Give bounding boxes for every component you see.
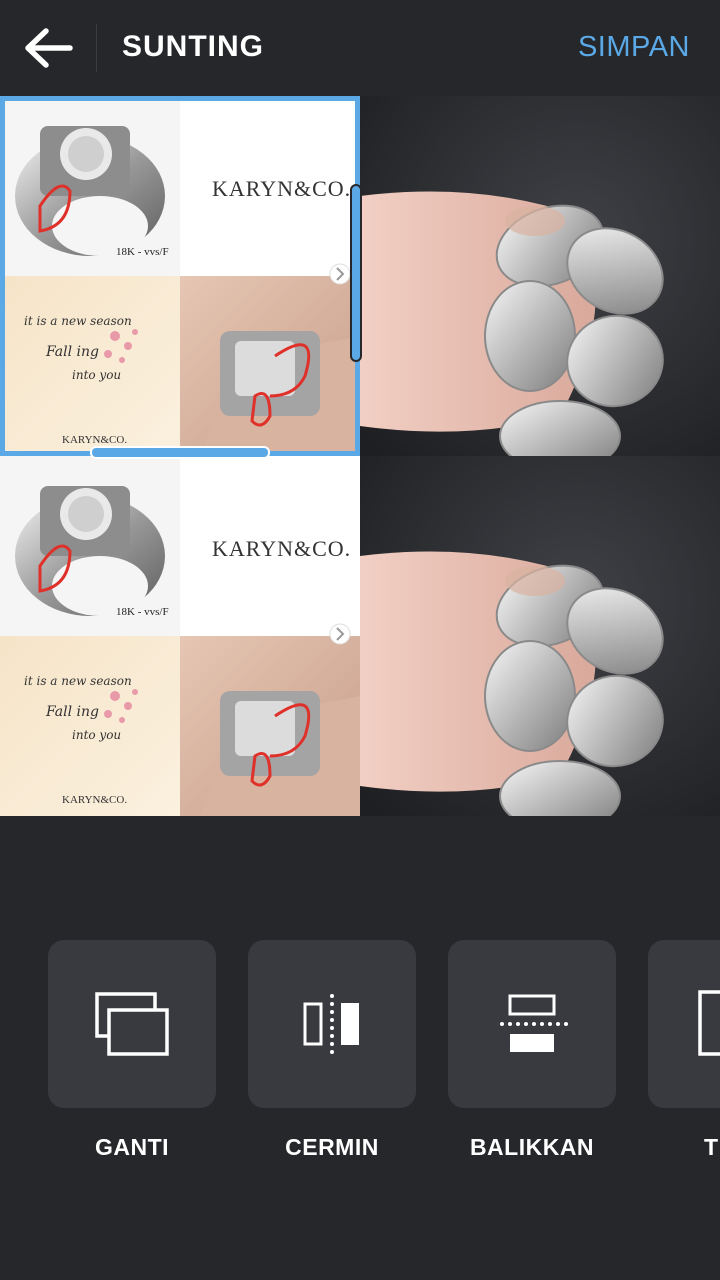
collage-cell-2[interactable]	[360, 96, 720, 456]
poster-script-line1: it is a new season	[24, 314, 132, 328]
resize-handle-vertical[interactable]	[350, 184, 362, 362]
collage-cell-3[interactable]: KARYN&CO. 18K - vvs/F it is a new season…	[0, 456, 360, 816]
poster-script-line2: Fall ing	[46, 704, 99, 720]
replace-button[interactable]	[48, 940, 216, 1108]
jewelry-poster-image	[0, 96, 360, 456]
back-button[interactable]	[22, 26, 74, 70]
jewelry-poster-image	[0, 456, 360, 816]
rotate-icon	[698, 990, 720, 1056]
collage-cell-4[interactable]	[360, 456, 720, 816]
poster-footer-brand: KARYN&CO.	[62, 794, 128, 806]
page-title: SUNTING	[122, 30, 264, 63]
poster-grade: 18K - vvs/F	[116, 606, 169, 618]
poster-script-line1: it is a new season	[24, 674, 132, 688]
edit-toolbar: GANTI CERMIN BALIKKAN T	[0, 940, 720, 1180]
poster-script-line2: Fall ing	[46, 344, 99, 360]
collage-cell-1[interactable]: KARYN&CO. 18K - vvs/F it is a new season…	[0, 96, 360, 456]
mirror-label: CERMIN	[285, 1134, 379, 1160]
mirror-button[interactable]	[248, 940, 416, 1108]
poster-footer-brand: KARYN&CO.	[62, 434, 128, 446]
arrow-left-icon	[25, 28, 73, 68]
flip-button[interactable]	[448, 940, 616, 1108]
resize-handle-horizontal[interactable]	[90, 446, 270, 459]
replace-icon	[95, 992, 169, 1056]
flip-label: BALIKKAN	[469, 1134, 595, 1160]
chain-ring-photo	[360, 96, 720, 456]
poster-script-line3: into you	[72, 728, 122, 742]
rotate-button[interactable]	[648, 940, 720, 1108]
replace-label: GANTI	[94, 1134, 170, 1160]
header-divider	[96, 24, 97, 72]
poster-grade: 18K - vvs/F	[116, 246, 169, 258]
flip-vertical-icon	[500, 994, 568, 1052]
mirror-icon	[303, 994, 359, 1054]
poster-script-line3: into you	[72, 368, 122, 382]
top-bar: SUNTING SIMPAN	[0, 0, 720, 96]
collage-canvas: KARYN&CO. 18K - vvs/F it is a new season…	[0, 96, 720, 816]
poster-brand: KARYN&CO.	[212, 536, 352, 561]
save-button[interactable]: SIMPAN	[578, 31, 690, 64]
chain-ring-photo	[360, 456, 720, 816]
poster-brand: KARYN&CO.	[212, 176, 352, 201]
rotate-label: T	[704, 1134, 719, 1160]
